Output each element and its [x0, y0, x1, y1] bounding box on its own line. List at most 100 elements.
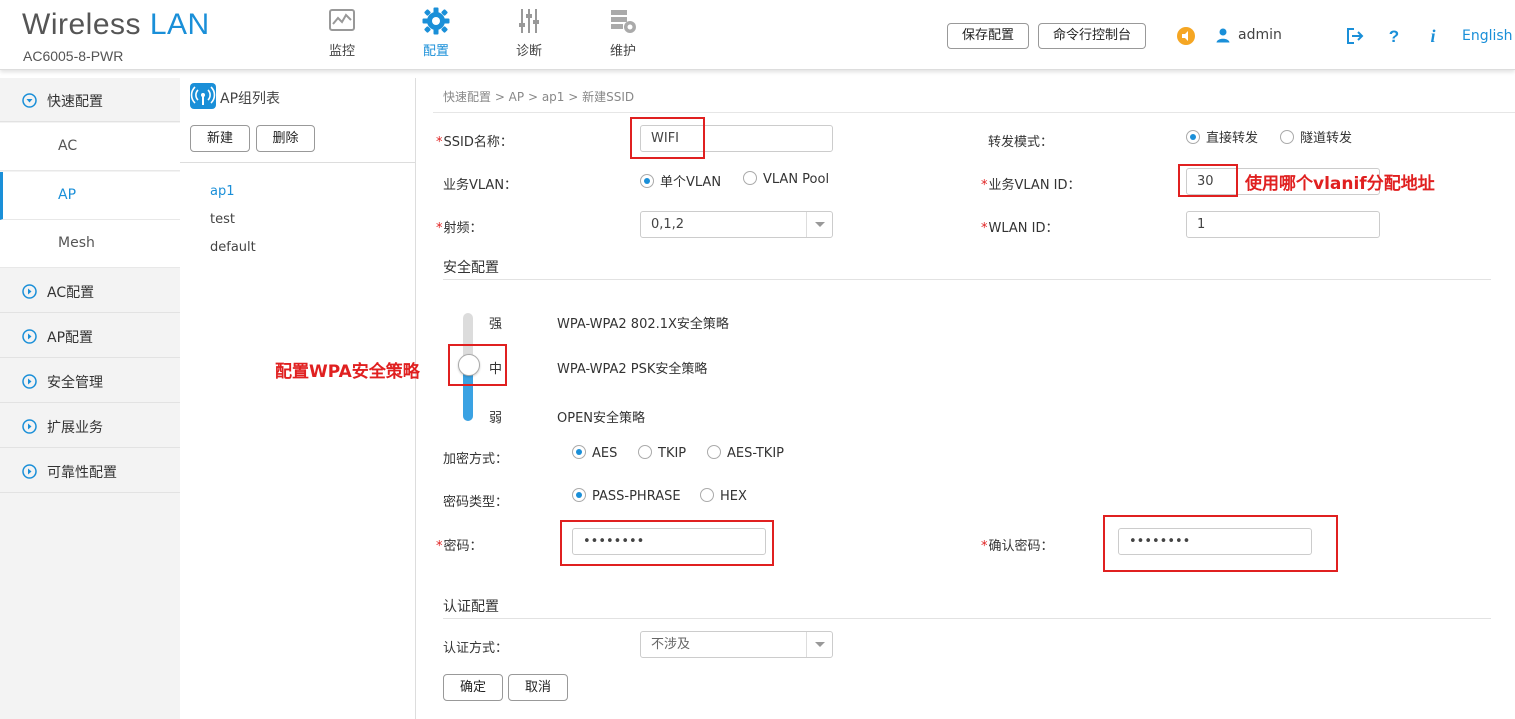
enc-aes[interactable]: AES	[572, 445, 617, 461]
collapse-icon	[22, 93, 37, 108]
radio-freq-select[interactable]: 0,1,2	[640, 211, 833, 238]
divider	[433, 112, 1515, 113]
auth-mode-value: 不涉及	[651, 637, 691, 652]
sidebar-item-mesh[interactable]: Mesh	[0, 220, 180, 268]
radio-icon	[700, 488, 714, 502]
logo-lan: LAN	[149, 8, 210, 41]
chevron-down-icon	[806, 212, 832, 237]
sidebar-group-label: 快速配置	[47, 94, 103, 110]
enc-aes-tkip[interactable]: AES-TKIP	[707, 445, 784, 461]
sec-level-medium: 中	[489, 362, 503, 377]
sidebar-item-label: AC	[58, 138, 78, 154]
device-model: AC6005-8-PWR	[23, 48, 124, 64]
help-icon[interactable]: ?	[1384, 26, 1404, 46]
sidebar-item-ac[interactable]: AC	[0, 123, 180, 171]
expand-icon	[22, 284, 37, 299]
ssid-label: *SSID名称：	[436, 135, 513, 150]
save-config-button[interactable]: 保存配置	[947, 23, 1030, 49]
policy-psk[interactable]: WPA-WPA2 PSK安全策略	[557, 358, 707, 377]
group-item-default[interactable]: default	[210, 240, 256, 255]
ap-wireless-icon	[190, 83, 216, 109]
maintenance-icon	[611, 10, 636, 33]
divider	[180, 162, 415, 163]
sec-level-weak: 弱	[489, 411, 503, 426]
expand-icon	[22, 464, 37, 479]
divider	[443, 279, 1491, 280]
user-icon	[1216, 28, 1230, 43]
radio-icon	[638, 445, 652, 459]
pwd-type-passphrase[interactable]: PASS-PHRASE	[572, 488, 681, 504]
wlan-id-input[interactable]: 1	[1186, 211, 1380, 238]
sidebar-group-quick-config[interactable]: 快速配置	[0, 78, 180, 122]
new-group-button[interactable]: 新建	[190, 125, 250, 152]
logout-icon[interactable]	[1345, 26, 1365, 46]
sidebar-item-ap[interactable]: AP	[0, 172, 180, 220]
vlan-single[interactable]: 单个VLAN	[640, 171, 721, 190]
auth-section-title: 认证配置	[443, 599, 499, 615]
cli-console-button[interactable]: 命令行控制台	[1038, 23, 1147, 49]
forward-mode-tunnel[interactable]: 隧道转发	[1280, 127, 1352, 146]
vlan-label: 业务VLAN：	[443, 178, 518, 193]
sidebar-group-ap-config[interactable]: AP配置	[0, 314, 180, 358]
sec-level-strong: 强	[489, 317, 503, 332]
sliders-icon	[519, 9, 539, 33]
vlan-pool[interactable]: VLAN Pool	[743, 171, 829, 187]
nav-monitor[interactable]: 监控	[312, 6, 372, 59]
highlight-box	[630, 117, 705, 159]
confirm-password-label: *确认密码：	[981, 539, 1054, 554]
enc-tkip[interactable]: TKIP	[638, 445, 686, 461]
delete-group-button[interactable]: 删除	[256, 125, 315, 152]
radio-selected-icon	[572, 488, 586, 502]
radio-icon	[743, 171, 757, 185]
sidebar-group-reliability[interactable]: 可靠性配置	[0, 449, 180, 493]
radio-selected-icon	[572, 445, 586, 459]
sidebar-group-security[interactable]: 安全管理	[0, 359, 180, 403]
divider	[443, 618, 1491, 619]
vlan-id-label: *业务VLAN ID：	[981, 178, 1081, 193]
svg-text:?: ?	[1389, 27, 1399, 46]
alarm-icon[interactable]	[1176, 26, 1196, 46]
auth-mode-select[interactable]: 不涉及	[640, 631, 833, 658]
expand-icon	[22, 419, 37, 434]
highlight-box	[560, 520, 774, 566]
pwd-type-hex[interactable]: HEX	[700, 488, 747, 504]
expand-icon	[22, 329, 37, 344]
radio-freq-label: *射频：	[436, 221, 483, 236]
svg-text:i: i	[1430, 26, 1435, 46]
group-item-ap1[interactable]: ap1	[210, 184, 235, 199]
policy-open[interactable]: OPEN安全策略	[557, 407, 645, 426]
breadcrumb: 快速配置 > AP > ap1 > 新建SSID	[443, 90, 635, 104]
radio-freq-value: 0,1,2	[651, 217, 685, 232]
nav-maintain[interactable]: 维护	[593, 6, 653, 59]
encryption-label: 加密方式：	[443, 452, 509, 467]
nav-config[interactable]: 配置	[406, 6, 466, 59]
logo-wireless: Wireless	[22, 8, 142, 41]
cancel-button[interactable]: 取消	[508, 674, 568, 701]
top-header: Wireless LAN AC6005-8-PWR 监控 配置 诊断 维护 保存…	[0, 0, 1515, 70]
wlan-id-label: *WLAN ID：	[981, 221, 1059, 236]
sidebar-group-ac-config[interactable]: AC配置	[0, 269, 180, 313]
ok-button[interactable]: 确定	[443, 674, 503, 701]
auth-mode-label: 认证方式：	[443, 641, 509, 656]
radio-selected-icon	[640, 174, 654, 188]
group-item-test[interactable]: test	[210, 212, 235, 227]
product-logo: Wireless LAN	[22, 8, 210, 42]
password-label: *密码：	[436, 539, 483, 554]
annotation-wpa: 配置WPA安全策略	[275, 362, 420, 382]
sidebar-group-label: AP配置	[47, 330, 94, 346]
nav-diagnose-label: 诊断	[515, 44, 542, 59]
nav-diagnose[interactable]: 诊断	[499, 6, 559, 59]
annotation-vlanif: 使用哪个vlanif分配地址	[1245, 174, 1435, 194]
sidebar-group-extension[interactable]: 扩展业务	[0, 404, 180, 448]
username[interactable]: admin	[1238, 27, 1282, 43]
language-switch[interactable]: English	[1462, 28, 1513, 44]
sidebar-group-label: 安全管理	[47, 375, 103, 391]
forward-mode-direct[interactable]: 直接转发	[1186, 127, 1258, 146]
security-section-title: 安全配置	[443, 260, 499, 276]
ap-group-title: AP组列表	[220, 91, 281, 107]
sidebar-item-label: Mesh	[58, 235, 95, 251]
info-icon[interactable]: i	[1423, 26, 1443, 46]
chevron-down-icon	[806, 632, 832, 657]
nav-config-label: 配置	[422, 44, 449, 59]
policy-8021x[interactable]: WPA-WPA2 802.1X安全策略	[557, 313, 729, 332]
